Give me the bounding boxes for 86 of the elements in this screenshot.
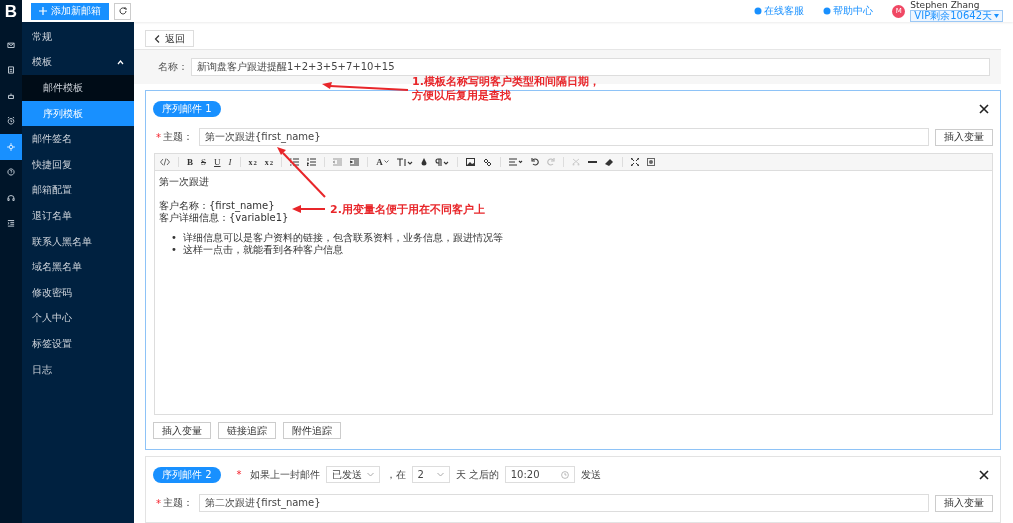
sidebar-item[interactable]: 退订名单 bbox=[22, 203, 134, 229]
strikethrough-button[interactable]: S bbox=[201, 157, 207, 167]
caret-icon bbox=[383, 160, 389, 164]
condition-text: 天 之后的 bbox=[455, 467, 499, 482]
refresh-button[interactable] bbox=[114, 2, 131, 20]
subject-field[interactable]: 第一次跟进{first_name} bbox=[199, 128, 929, 146]
editor-paragraph: 客户名称：{first_name} bbox=[159, 200, 275, 212]
editor-action-button[interactable]: 链接追踪 bbox=[218, 422, 276, 439]
code-icon[interactable] bbox=[160, 158, 170, 166]
logo[interactable]: B bbox=[0, 0, 22, 24]
annotation-arrow bbox=[292, 205, 326, 213]
alarm-clock-icon bbox=[6, 116, 16, 127]
sidebar-item[interactable]: 个人中心 bbox=[22, 305, 134, 332]
bullet-item: 详细信息可以是客户资料的链接，包含联系资料，业务信息，跟进情况等 bbox=[182, 232, 503, 244]
chevron-down-icon bbox=[436, 472, 444, 477]
contact-card-icon bbox=[6, 65, 16, 76]
sidebar-item[interactable]: 邮箱配置 bbox=[22, 177, 134, 204]
condition-text: 发送 bbox=[580, 467, 601, 482]
headset-icon bbox=[6, 192, 16, 203]
sequence-email-tag: 序列邮件 2 bbox=[153, 466, 221, 483]
close-icon bbox=[979, 103, 989, 114]
indent-list-icon bbox=[6, 218, 16, 229]
subject-label: 主题： bbox=[163, 130, 193, 144]
underline-button[interactable]: U bbox=[214, 157, 221, 167]
name-label: 名称： bbox=[157, 60, 188, 74]
sidebar-subitem[interactable]: 邮件模板 bbox=[22, 75, 134, 101]
fullscreen-icon[interactable] bbox=[630, 158, 639, 166]
align-icon[interactable] bbox=[508, 158, 523, 166]
numbered-list-icon[interactable] bbox=[307, 158, 317, 166]
italic-button[interactable]: I bbox=[228, 157, 232, 167]
undo-icon[interactable] bbox=[530, 158, 539, 166]
refresh-icon bbox=[117, 6, 128, 16]
editor-paragraph: 第一次跟进 bbox=[159, 176, 209, 188]
font-size-icon[interactable] bbox=[396, 157, 413, 167]
plus-icon bbox=[39, 7, 47, 15]
clock-icon bbox=[560, 470, 569, 479]
sidebar-item[interactable]: 联系人黑名单 bbox=[22, 228, 134, 255]
subject-field[interactable]: 第二次跟进{first_name} bbox=[199, 494, 929, 512]
sidebar-item[interactable]: 日志 bbox=[22, 356, 134, 383]
bold-button[interactable]: B bbox=[187, 157, 193, 167]
sidebar-item[interactable]: 模板 bbox=[22, 49, 134, 76]
bullet-list-icon[interactable] bbox=[290, 158, 300, 166]
time-field[interactable]: 10:20 bbox=[504, 466, 575, 483]
sidebar-item[interactable]: 快捷回复 bbox=[22, 151, 134, 178]
back-button[interactable]: 返回 bbox=[145, 30, 194, 47]
horizontal-line-icon[interactable] bbox=[587, 160, 597, 164]
sidebar-item[interactable]: 域名黑名单 bbox=[22, 254, 134, 280]
sidebar-item[interactable]: 常规 bbox=[22, 24, 134, 50]
editor-action-button[interactable]: 附件追踪 bbox=[283, 422, 341, 439]
close-icon bbox=[979, 469, 989, 480]
editor-action-button[interactable]: 插入变量 bbox=[153, 422, 211, 439]
mail-icon bbox=[6, 39, 16, 50]
link-icon[interactable] bbox=[482, 157, 492, 167]
annotation-arrow bbox=[277, 147, 326, 198]
required-mark: * bbox=[156, 131, 161, 143]
days-select[interactable]: 2 bbox=[411, 466, 450, 483]
eraser-icon[interactable] bbox=[604, 158, 614, 166]
user-name: Stephen Zhang bbox=[910, 0, 981, 10]
sequence-email-tag: 序列邮件 1 bbox=[153, 100, 221, 117]
annotation-text: 2.用变量名便于用在不同客户上 bbox=[330, 203, 485, 217]
required-mark: * bbox=[156, 497, 161, 509]
bullet-marker: • bbox=[171, 232, 177, 244]
image-icon[interactable] bbox=[465, 158, 475, 166]
sidebar-item[interactable]: 修改密码 bbox=[22, 279, 134, 306]
sidebar-item[interactable]: 邮件签名 bbox=[22, 126, 134, 152]
bullet-marker: • bbox=[171, 244, 177, 256]
annotation-text: 1.模板名称写明客户类型和间隔日期， 方便以后复用是查找 bbox=[412, 75, 600, 103]
bullet-item: 这样一点击，就能看到各种客户信息 bbox=[182, 244, 343, 256]
condition-label: 如果上一封邮件 bbox=[249, 467, 320, 482]
font-color-button[interactable]: A bbox=[376, 157, 389, 167]
chevron-left-icon bbox=[154, 34, 160, 43]
insert-variable-button[interactable]: 插入变量 bbox=[935, 128, 993, 146]
settings-icon bbox=[6, 141, 16, 152]
name-field[interactable]: 新询盘客户跟进提醒1+2+3+5+7+10+15 bbox=[191, 58, 990, 76]
indent-icon[interactable] bbox=[350, 158, 360, 166]
sidebar-item[interactable]: 标签设置 bbox=[22, 331, 134, 357]
insert-variable-button[interactable]: 插入变量 bbox=[935, 494, 993, 512]
paragraph-icon[interactable] bbox=[434, 157, 449, 167]
status-select[interactable]: 已发送 bbox=[325, 466, 380, 483]
drop-icon[interactable] bbox=[420, 158, 427, 166]
chevron-down-icon bbox=[366, 472, 374, 477]
condition-text: ，在 bbox=[385, 467, 406, 482]
required-mark: * bbox=[236, 469, 242, 480]
subject-label: 主题： bbox=[163, 496, 193, 510]
caret-icon bbox=[994, 14, 999, 18]
editor-paragraph: 客户详细信息：{variable1} bbox=[159, 212, 289, 224]
